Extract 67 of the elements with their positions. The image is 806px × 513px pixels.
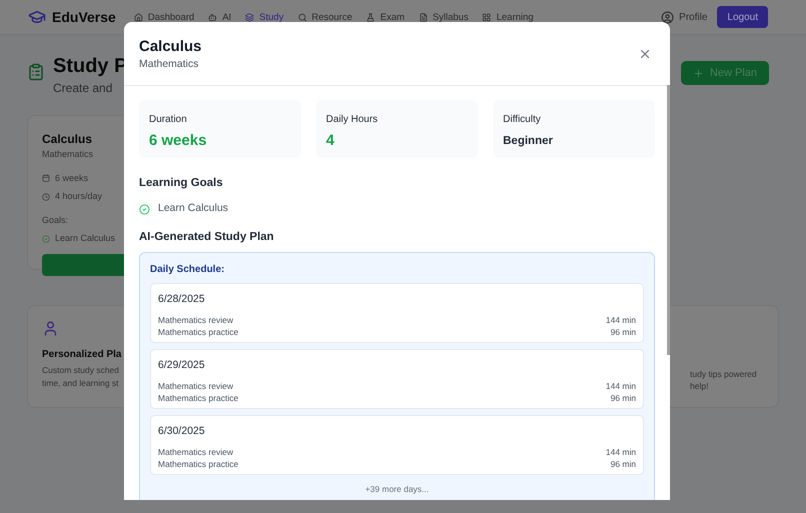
feature-text: help! <box>690 380 710 392</box>
plan-goal: Learn Calculus <box>55 232 116 245</box>
task-name: Mathematics practice <box>158 458 238 470</box>
stat-value: 4 <box>326 131 336 151</box>
task-name: Mathematics review <box>158 380 234 392</box>
calendar-icon <box>42 174 50 182</box>
feature-text: Custom study sched <box>42 365 120 375</box>
stat-label: Duration <box>149 113 188 127</box>
nav-link[interactable]: Exam <box>366 12 405 22</box>
goal-item: Learn Calculus <box>158 201 228 216</box>
more-days-text: +39 more days... <box>364 483 430 496</box>
nav-link[interactable]: Dashboard <box>134 12 194 22</box>
nav-link[interactable]: Syllabus <box>418 12 468 22</box>
nav-link[interactable]: Learning <box>482 12 534 22</box>
day-date: 6/28/2025 <box>158 292 206 308</box>
day-date: 6/29/2025 <box>158 358 206 374</box>
feature-text: time, and learning st <box>42 378 119 388</box>
task-minutes: 144 min <box>606 314 636 326</box>
task-minutes: 144 min <box>606 446 636 458</box>
feature-text: tudy tips powered <box>690 368 758 380</box>
dialog-title: Calculus <box>139 37 202 57</box>
nav-link[interactable]: AI <box>208 12 232 22</box>
dialog-subtitle: Mathematics <box>139 57 200 72</box>
task-name: Mathematics review <box>158 446 234 458</box>
person-icon <box>42 320 59 337</box>
grid-icon <box>482 12 492 22</box>
nav-link[interactable]: Study <box>245 12 284 22</box>
day-date: 6/30/2025 <box>158 424 206 440</box>
page-subtitle: Create and <box>53 80 114 97</box>
close-button[interactable] <box>638 47 652 61</box>
task-name: Mathematics practice <box>158 326 238 338</box>
feature-title: Personalized Pla <box>42 348 122 362</box>
stat-value: 6 weeks <box>149 131 208 151</box>
stat-label: Difficulty <box>503 113 542 127</box>
stat-label: Daily Hours <box>326 113 379 127</box>
plan-subject: Mathematics <box>42 148 94 161</box>
document-icon <box>418 12 428 22</box>
check-circle-icon <box>139 204 150 215</box>
plan-hours: 4 hours/day <box>55 190 102 203</box>
task-name: Mathematics practice <box>158 392 238 404</box>
clipboard-icon <box>27 63 45 81</box>
robot-icon <box>208 12 218 22</box>
task-name: Mathematics review <box>158 314 234 326</box>
goals-heading: Learning Goals <box>139 176 224 191</box>
app-logo: EduVerse <box>52 8 116 26</box>
profile-link[interactable]: Profile <box>661 10 708 24</box>
plus-icon <box>692 68 704 78</box>
graduation-cap-icon <box>28 8 46 26</box>
goals-label: Goals: <box>42 214 68 226</box>
search-icon <box>298 12 307 22</box>
plan-title: Calculus <box>42 131 92 148</box>
layers-icon <box>245 12 254 22</box>
flask-icon <box>366 12 376 22</box>
clock-icon <box>42 192 50 201</box>
task-minutes: 96 min <box>610 392 636 404</box>
schedule-label: Daily Schedule: <box>150 263 226 278</box>
task-minutes: 144 min <box>606 380 636 392</box>
logout-button[interactable]: Logout <box>717 6 768 28</box>
home-icon <box>134 12 143 22</box>
task-minutes: 96 min <box>610 326 636 338</box>
stat-value: Beginner <box>503 134 554 149</box>
plan-duration: 6 weeks <box>55 172 88 184</box>
plan-heading: AI-Generated Study Plan <box>139 230 275 245</box>
task-minutes: 96 min <box>610 458 636 470</box>
nav-link[interactable]: Resource <box>298 12 352 22</box>
user-circle-icon <box>661 10 674 24</box>
check-circle-icon <box>42 234 50 243</box>
